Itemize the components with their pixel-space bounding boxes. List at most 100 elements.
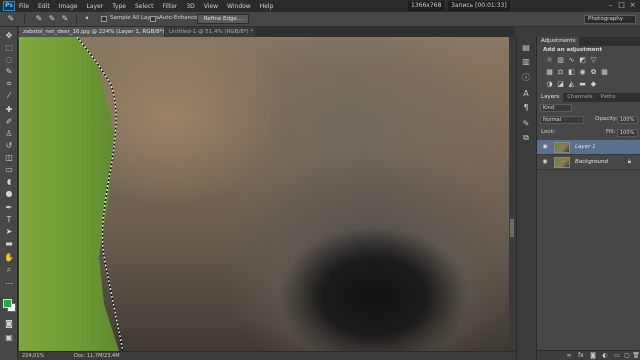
menu-layer[interactable]: Layer [86, 3, 103, 10]
quick-mask-icon[interactable]: ◙ [4, 319, 14, 329]
tab-layers[interactable]: Layers [537, 93, 564, 102]
visibility-eye-icon[interactable]: ◉ [541, 158, 549, 166]
posterize-icon[interactable]: ◪ [556, 80, 565, 89]
refine-edge-button[interactable]: Refine Edge... [197, 14, 249, 24]
menu-select[interactable]: Select [135, 3, 154, 10]
hand-tool-icon[interactable]: ✋ [4, 253, 14, 263]
new-layer-icon[interactable]: ▢ [623, 352, 631, 360]
move-tool-icon[interactable]: ✥ [4, 31, 14, 41]
properties-panel-icon[interactable]: ▥ [521, 57, 531, 67]
paragraph-panel-icon[interactable]: ¶ [521, 103, 531, 113]
layers-panel-tabs: Layers Channels Paths [537, 93, 640, 102]
clone-stamp-tool-icon[interactable]: ♙ [4, 129, 14, 139]
quick-selection-tool-icon[interactable]: ✎ [4, 67, 14, 77]
selective-color-icon[interactable]: ◆ [589, 80, 598, 89]
foreground-color-swatch[interactable] [3, 299, 12, 308]
fill-field[interactable]: 100% [617, 129, 638, 137]
history-brush-tool-icon[interactable]: ↺ [4, 141, 14, 151]
eraser-tool-icon[interactable]: ◫ [4, 153, 14, 163]
vibrance-icon[interactable]: ▽ [589, 56, 598, 65]
menu-help[interactable]: Help [260, 3, 274, 10]
shape-tool-icon[interactable]: ▬ [4, 239, 14, 249]
eyedropper-tool-icon[interactable]: ⁄ [4, 91, 14, 101]
layer-thumbnail [554, 157, 570, 168]
color-lookup-icon[interactable]: ▦ [600, 68, 609, 77]
maximize-icon[interactable]: □ [617, 1, 626, 10]
menu-view[interactable]: View [204, 3, 218, 10]
tab-active-document[interactable]: zabstol_net_deer_16.jpg @ 224% (Layer 1,… [19, 27, 169, 37]
zoom-tool-icon[interactable]: ⌕ [4, 265, 14, 275]
levels-icon[interactable]: ▥ [556, 56, 565, 65]
info-panel-icon[interactable]: ⓘ [521, 73, 531, 83]
menu-file[interactable]: File [19, 3, 29, 10]
brush-panel-icon[interactable]: ✎ [521, 119, 531, 129]
new-selection-icon[interactable]: ✎ [34, 14, 44, 24]
character-panel-icon[interactable]: A [521, 89, 531, 99]
adjustments-title: Add an adjustment [543, 47, 602, 53]
crop-tool-icon[interactable]: ⌗ [4, 79, 14, 89]
opacity-field[interactable]: 100% [617, 116, 638, 124]
brightness-icon[interactable]: ☼ [545, 56, 554, 65]
gradient-tool-icon[interactable]: ▭ [4, 165, 14, 175]
more-tools-icon[interactable]: ⋯ [4, 279, 14, 289]
blend-mode-select[interactable]: Normal [540, 116, 584, 124]
close-icon[interactable]: × [628, 1, 637, 10]
workspace-select[interactable]: Photography [584, 15, 636, 24]
channel-mixer-icon[interactable]: ✿ [589, 68, 598, 77]
layer-row[interactable]: ◉ Layer 1 [537, 140, 640, 155]
tab-untitled-document[interactable]: Untitled-1 @ 51,4% (RGB/8*) * [165, 27, 255, 37]
dodge-tool-icon[interactable]: ● [4, 189, 14, 199]
photo-filter-icon[interactable]: ◉ [578, 68, 587, 77]
add-mask-icon[interactable]: ◙ [589, 352, 597, 360]
tab-paths[interactable]: Paths [597, 93, 620, 102]
marquee-tool-icon[interactable]: ⬚ [4, 43, 14, 53]
exposure-icon[interactable]: ◩ [578, 56, 587, 65]
panel-dock: ▤ ▥ ⓘ A ¶ ✎ ⧉ [516, 37, 535, 360]
sample-all-layers-checkbox[interactable] [101, 16, 107, 22]
layer-row[interactable]: ◉ Background 🔒︎ [537, 155, 640, 170]
subtract-from-selection-icon[interactable]: ✎ [60, 14, 70, 24]
clone-source-panel-icon[interactable]: ⧉ [521, 133, 531, 143]
menu-3d[interactable]: 3D [186, 3, 194, 10]
canvas-vertical-scrollbar[interactable] [509, 37, 515, 351]
new-group-icon[interactable]: ▭ [613, 352, 621, 360]
menu-image[interactable]: Image [59, 3, 78, 10]
tab-adjustments[interactable]: Adjustments [537, 37, 580, 46]
screen-mode-icon[interactable]: ▣ [4, 333, 14, 343]
pen-tool-icon[interactable]: ✒ [4, 203, 14, 213]
brush-size-icon[interactable]: • [82, 14, 92, 24]
threshold-icon[interactable]: ◭ [567, 80, 576, 89]
menu-edit[interactable]: Edit [38, 3, 50, 10]
quick-selection-tool-preset-icon[interactable]: ✎ [6, 14, 16, 24]
curves-icon[interactable]: ∿ [567, 56, 576, 65]
history-panel-icon[interactable]: ▤ [521, 43, 531, 53]
zoom-level[interactable]: 224,01% [22, 353, 44, 359]
document-tabs: zabstol_net_deer_16.jpg @ 224% (Layer 1,… [19, 27, 515, 37]
visibility-eye-icon[interactable]: ◉ [541, 143, 549, 151]
brush-tool-icon[interactable]: ✐ [4, 117, 14, 127]
type-tool-icon[interactable]: T [4, 215, 14, 225]
auto-enhance-checkbox[interactable] [150, 16, 156, 22]
document-canvas[interactable] [19, 37, 509, 351]
black-white-icon[interactable]: ◧ [567, 68, 576, 77]
layer-style-icon[interactable]: fx [577, 352, 585, 360]
layer-filter-select[interactable]: Kind [540, 104, 572, 112]
hue-saturation-icon[interactable]: ▦ [545, 68, 554, 77]
tab-channels[interactable]: Channels [563, 93, 596, 102]
invert-icon[interactable]: ◑ [545, 80, 554, 89]
blur-tool-icon[interactable]: ◖ [4, 177, 14, 187]
adjustment-layer-icon[interactable]: ◐ [601, 352, 609, 360]
color-balance-icon[interactable]: ⚖ [556, 68, 565, 77]
lasso-tool-icon[interactable]: ◌ [4, 55, 14, 65]
menu-filter[interactable]: Filter [163, 3, 178, 10]
link-layers-icon[interactable]: ∞ [565, 352, 573, 360]
add-to-selection-icon[interactable]: ✎ [47, 14, 57, 24]
menu-type[interactable]: Type [112, 3, 126, 10]
healing-brush-tool-icon[interactable]: ✚ [4, 105, 14, 115]
minimize-icon[interactable]: – [606, 1, 615, 10]
path-selection-tool-icon[interactable]: ➤ [4, 227, 14, 237]
menu-window[interactable]: Window [227, 3, 251, 10]
gradient-map-icon[interactable]: ▬ [578, 80, 587, 89]
scrollbar-thumb[interactable] [510, 219, 514, 237]
delete-layer-icon[interactable]: 🗑︎ [632, 352, 640, 360]
